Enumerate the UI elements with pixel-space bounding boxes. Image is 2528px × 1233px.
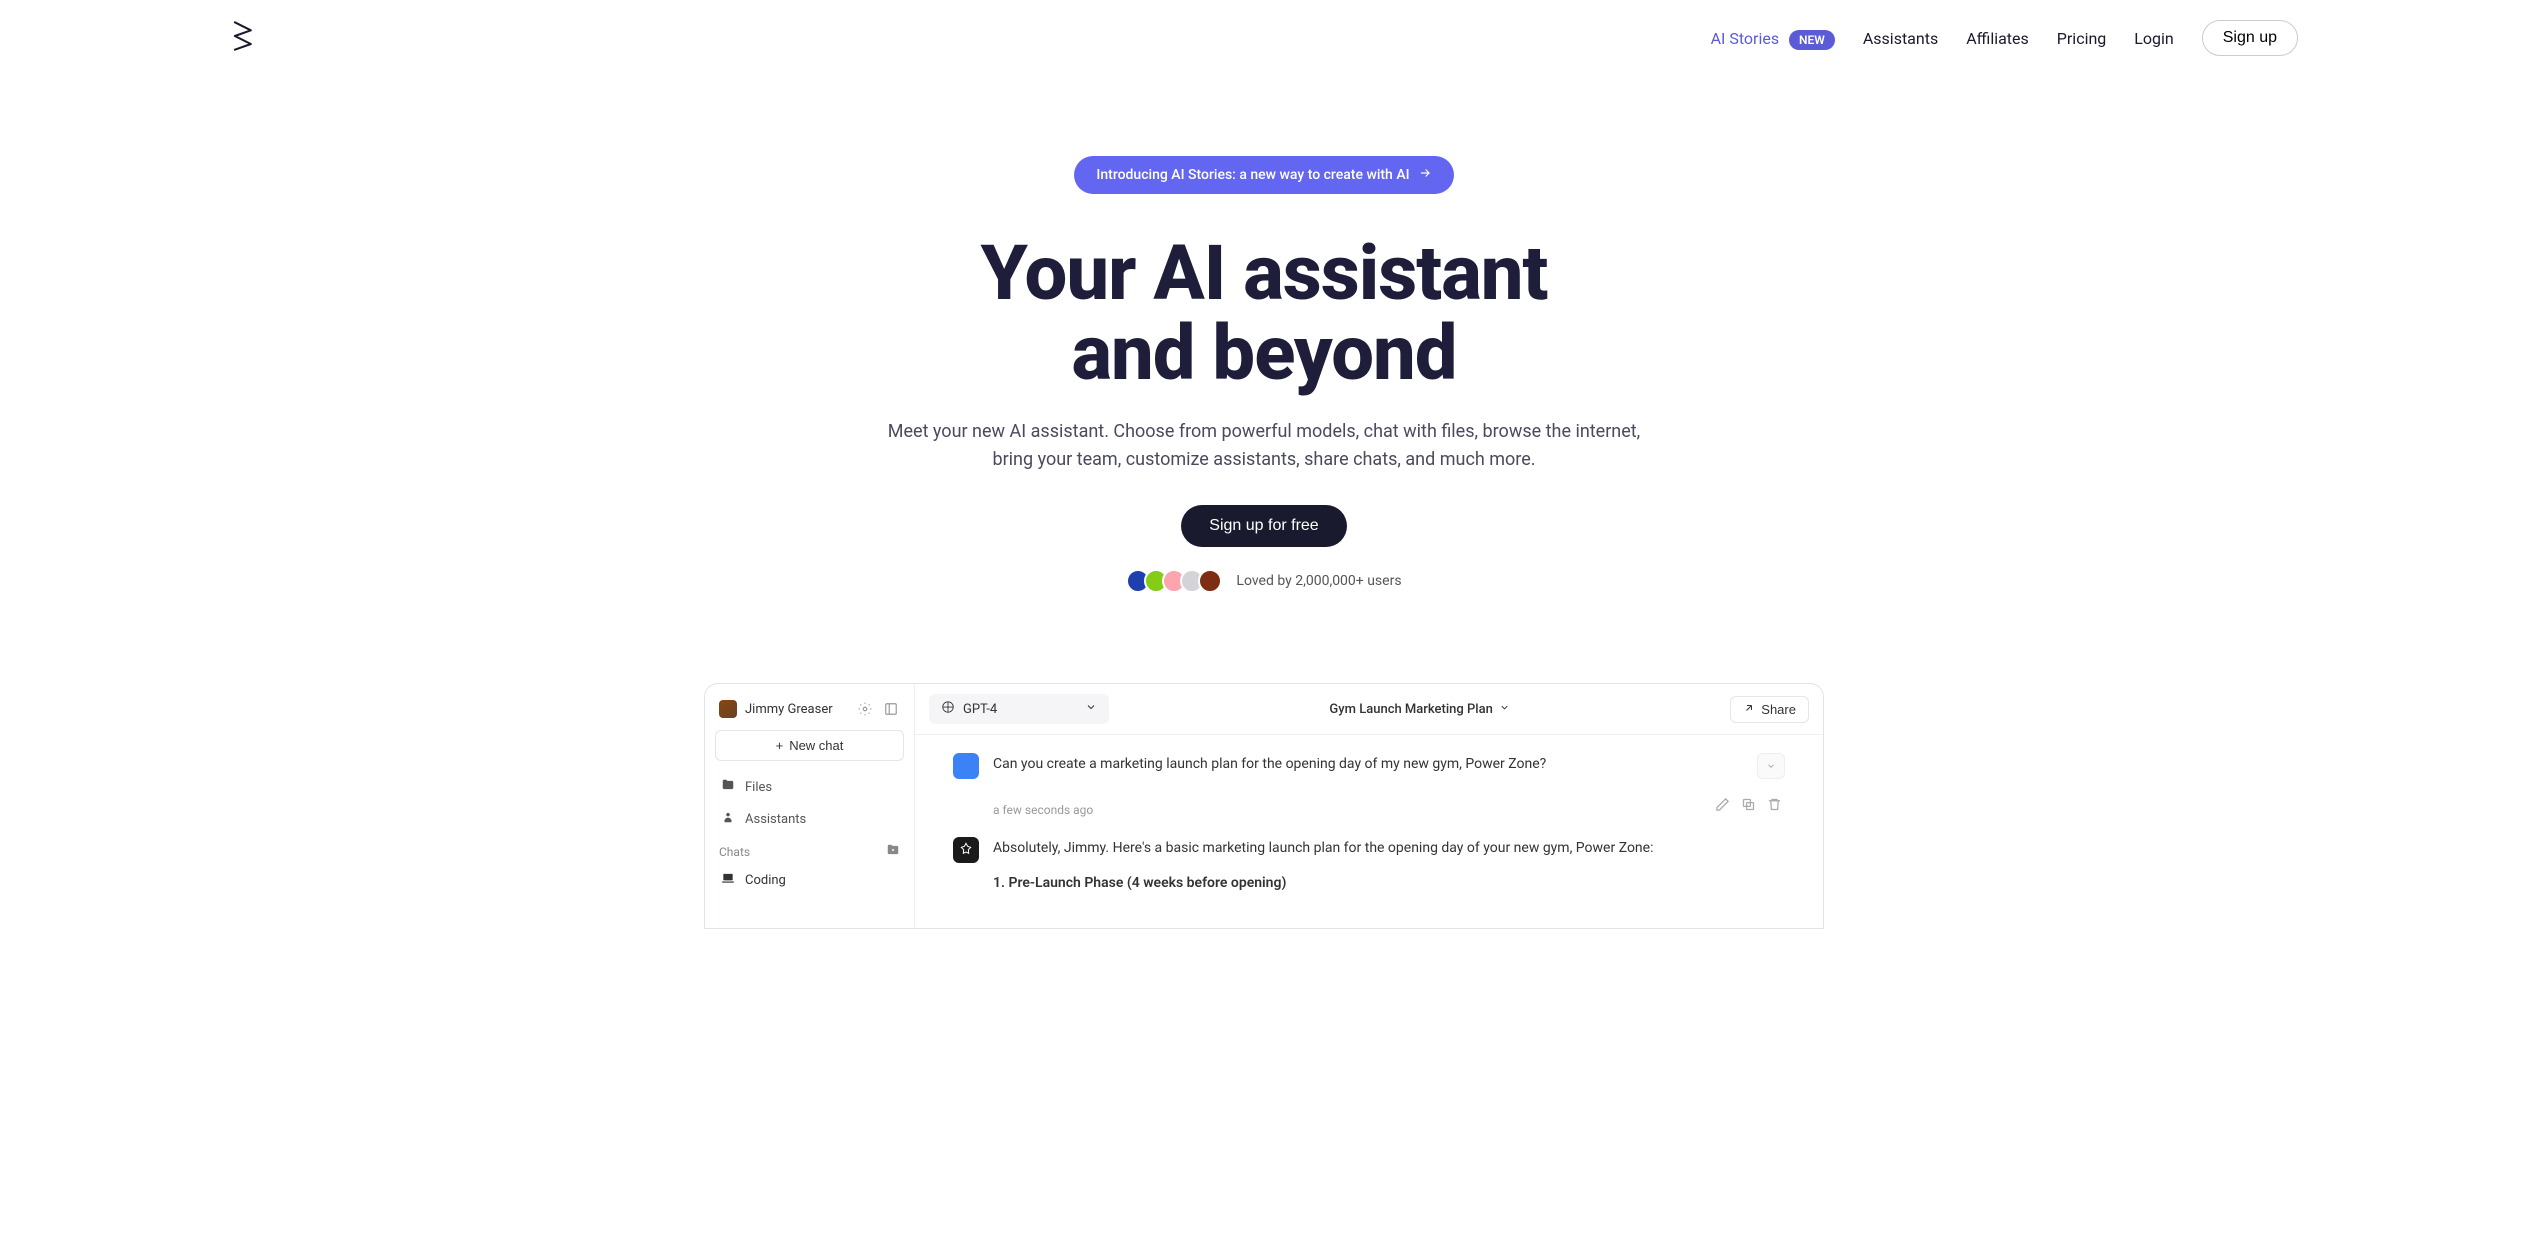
message-timestamp: a few seconds ago — [993, 803, 1093, 817]
add-folder-icon[interactable] — [886, 843, 900, 860]
folder-icon — [721, 778, 735, 796]
hero-title: Your AI assistant and beyond — [20, 234, 2508, 394]
arrow-out-icon — [1743, 702, 1755, 717]
user-name: Jimmy Greaser — [745, 702, 848, 717]
avatar-stack — [1126, 569, 1222, 593]
laptop-icon — [721, 871, 735, 889]
chat-topbar: GPT-4 Gym Launch Marketing Plan Share — [915, 684, 1823, 735]
hero-subtitle: Meet your new AI assistant. Choose from … — [874, 418, 1654, 476]
avatar — [1198, 569, 1222, 593]
model-selector[interactable]: GPT-4 — [929, 694, 1109, 724]
app-mockup: Jimmy Greaser + New chat Files Assistant… — [704, 683, 1824, 929]
message-text: Can you create a marketing launch plan f… — [993, 753, 1743, 775]
chat-item-coding[interactable]: Coding — [715, 864, 904, 896]
nav-link-label: AI Stories — [1711, 29, 1780, 48]
sidebar-assistants[interactable]: Assistants — [715, 803, 904, 835]
plus-icon: + — [776, 738, 784, 753]
nav-login[interactable]: Login — [2134, 29, 2173, 48]
announcement-pill[interactable]: Introducing AI Stories: a new way to cre… — [1074, 156, 1453, 194]
social-proof: Loved by 2,000,000+ users — [20, 569, 2508, 593]
copy-icon[interactable] — [1741, 797, 1759, 815]
site-header: AI Stories NEW Assistants Affiliates Pri… — [0, 0, 2528, 76]
social-text: Loved by 2,000,000+ users — [1236, 573, 1401, 589]
collapse-icon[interactable] — [882, 700, 900, 718]
new-badge: NEW — [1789, 30, 1835, 50]
messages-list: Can you create a marketing launch plan f… — [915, 735, 1823, 928]
chevron-down-icon — [1085, 701, 1097, 717]
user-avatar — [719, 700, 737, 718]
signup-button[interactable]: Sign up — [2202, 20, 2298, 56]
user-message-avatar — [953, 753, 979, 779]
nav-assistants[interactable]: Assistants — [1863, 29, 1938, 48]
message-user: Can you create a marketing launch plan f… — [953, 753, 1785, 817]
hero-section: Introducing AI Stories: a new way to cre… — [0, 76, 2528, 633]
sidebar: Jimmy Greaser + New chat Files Assistant… — [705, 684, 915, 928]
message-menu-button[interactable] — [1757, 753, 1785, 779]
robot-icon — [721, 810, 735, 828]
gear-icon[interactable] — [856, 700, 874, 718]
edit-icon[interactable] — [1715, 797, 1733, 815]
arrow-right-icon — [1418, 166, 1432, 184]
nav-ai-stories[interactable]: AI Stories NEW — [1711, 29, 1835, 48]
user-row: Jimmy Greaser — [715, 698, 904, 720]
main-nav: AI Stories NEW Assistants Affiliates Pri… — [1711, 20, 2298, 56]
openai-icon — [941, 700, 955, 718]
message-assistant: Absolutely, Jimmy. Here's a basic market… — [953, 837, 1785, 894]
message-text: Absolutely, Jimmy. Here's a basic market… — [993, 837, 1785, 859]
chats-section-header: Chats — [715, 835, 904, 864]
share-button[interactable]: Share — [1730, 696, 1809, 723]
ai-message-avatar — [953, 837, 979, 863]
trash-icon[interactable] — [1767, 797, 1785, 815]
message-heading: 1. Pre-Launch Phase (4 weeks before open… — [993, 872, 1785, 894]
chevron-down-icon — [1499, 702, 1510, 717]
sidebar-files[interactable]: Files — [715, 771, 904, 803]
nav-pricing[interactable]: Pricing — [2057, 29, 2107, 48]
new-chat-button[interactable]: + New chat — [715, 730, 904, 761]
chat-title[interactable]: Gym Launch Marketing Plan — [1329, 702, 1509, 717]
nav-affiliates[interactable]: Affiliates — [1966, 29, 2029, 48]
signup-free-button[interactable]: Sign up for free — [1181, 505, 1346, 547]
logo[interactable] — [230, 20, 258, 56]
chat-main: GPT-4 Gym Launch Marketing Plan Share — [915, 684, 1823, 928]
announcement-text: Introducing AI Stories: a new way to cre… — [1096, 167, 1409, 183]
